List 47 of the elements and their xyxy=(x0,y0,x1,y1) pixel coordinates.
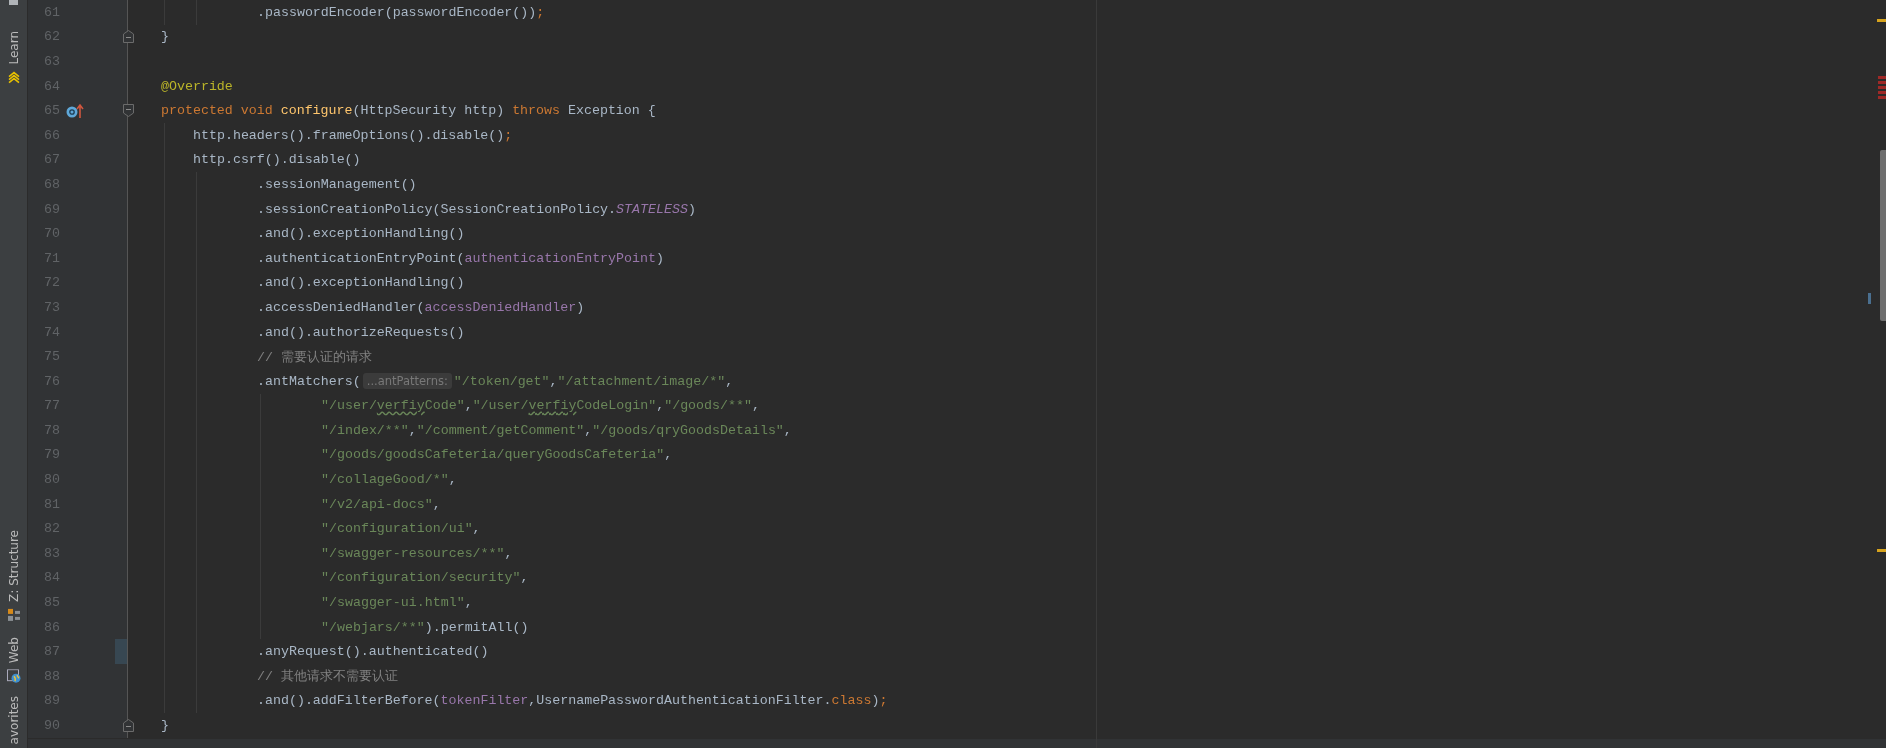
code-text: @Override xyxy=(161,78,233,94)
code-text: .and().addFilterBefore(tokenFilter,UsernamePasswordAuthenticationFilter.class); xyxy=(257,693,888,709)
fold-minus-icon[interactable] xyxy=(122,30,134,44)
code-text: // 其他请求不需要认证 xyxy=(257,668,398,686)
code-text: "/goods/goodsCafeteria/queryGoodsCafeteria", xyxy=(321,447,673,463)
code-text: .and().exceptionHandling() xyxy=(257,226,465,242)
code-text: "/configuration/security", xyxy=(321,570,529,586)
caret-position-mark xyxy=(1868,293,1871,304)
code-text: "/collageGood/*", xyxy=(321,472,457,488)
code-text: .antMatchers( xyxy=(257,373,361,389)
code-text: .sessionCreationPolicy(SessionCreationPolicy.STATELESS) xyxy=(257,201,696,217)
code-text: .authenticationEntryPoint(authenticationEntryPoint) xyxy=(257,250,664,266)
code-text: "/v2/api-docs", xyxy=(321,496,441,512)
code-text: .anyRequest().authenticated() xyxy=(257,644,489,660)
code-text: "/webjars/**").permitAll() xyxy=(321,619,529,635)
tool-window-button[interactable]: Learn xyxy=(6,27,21,89)
code-text: "/configuration/ui", xyxy=(321,521,481,537)
error-stripes-drawing xyxy=(1878,76,1886,99)
chevrons-icon xyxy=(6,70,21,85)
code-text: "/index/**","/comment/getComment","/goods/qryGoodsDetails", xyxy=(321,422,792,438)
override-arrow-icon[interactable] xyxy=(66,102,84,119)
code-text: http.csrf().disable() xyxy=(193,152,361,168)
code-text: .and().exceptionHandling() xyxy=(257,275,465,291)
fold-minus-icon[interactable] xyxy=(122,104,134,118)
scrollbar-thumb[interactable] xyxy=(1880,150,1886,321)
code-text: .passwordEncoder(passwordEncoder()); xyxy=(257,4,545,20)
code-text: "/token/get","/attachment/image/*", xyxy=(453,373,734,389)
tool-window-button[interactable]: Web xyxy=(6,633,21,688)
code-text: http.headers().frameOptions().disable(); xyxy=(193,127,513,143)
warning-stripe xyxy=(1877,549,1886,552)
warning-stripe xyxy=(1877,19,1886,22)
code-text: .and().authorizeRequests() xyxy=(257,324,465,340)
code-text: "/swagger-resources/**", xyxy=(321,545,513,561)
fold-minus-icon[interactable] xyxy=(122,719,134,732)
tool-window-button[interactable]: Z: Structure xyxy=(6,525,21,626)
globe-icon xyxy=(6,669,21,684)
code-text: protected void configure(HttpSecurity http) throws Exception { xyxy=(161,103,656,119)
parameter-hint: ...antPatterns: xyxy=(362,373,452,390)
code-text: "/user/verfiyCode","/user/verfiyCodeLogin","/goods/**", xyxy=(321,398,760,414)
code-text: .accessDeniedHandler(accessDeniedHandler) xyxy=(257,299,585,315)
code-text: "/swagger-ui.html", xyxy=(321,595,473,611)
code-text: } xyxy=(161,718,169,733)
code-text: .sessionManagement() xyxy=(257,176,417,192)
tool-window-button[interactable]: avorites xyxy=(6,695,21,748)
structure-icon xyxy=(6,607,21,622)
code-text: } xyxy=(161,29,169,45)
code-text: // 需要认证的请求 xyxy=(257,348,372,366)
